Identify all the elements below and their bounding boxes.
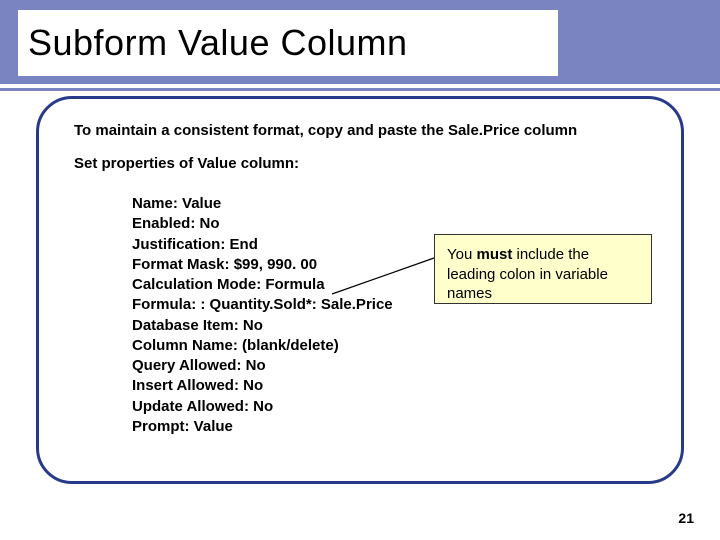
callout-text-bold: must — [476, 246, 512, 263]
property-value: (blank/delete) — [242, 337, 339, 354]
property-value: No — [243, 377, 263, 394]
property-value: Formula — [265, 276, 324, 293]
callout-text-pre: You — [447, 246, 476, 263]
property-row: Prompt: Value — [132, 417, 674, 437]
property-label: Enabled — [132, 215, 190, 232]
property-row: Column Name: (blank/delete) — [132, 336, 674, 356]
property-row: Enabled: No — [132, 214, 674, 234]
property-value: No — [253, 398, 273, 415]
property-row: Insert Allowed: No — [132, 376, 674, 396]
property-value: No — [246, 357, 266, 374]
page-number: 21 — [678, 510, 694, 526]
property-row: Update Allowed: No — [132, 397, 674, 417]
property-label: Query Allowed — [132, 357, 236, 374]
header-underline — [0, 88, 720, 91]
property-label: Formula — [132, 296, 191, 313]
property-row: Name: Value — [132, 194, 674, 214]
property-row: Database Item: No — [132, 316, 674, 336]
property-value: No — [243, 317, 263, 334]
title-container: Subform Value Column — [18, 10, 558, 76]
property-value: No — [200, 215, 220, 232]
property-row: Query Allowed: No — [132, 356, 674, 376]
property-value: : Quantity.Sold*: Sale.Price — [200, 296, 392, 313]
property-list: Name: Value Enabled: No Justification: E… — [132, 194, 674, 437]
property-label: Name — [132, 195, 173, 212]
page-title: Subform Value Column — [28, 22, 408, 64]
property-label: Calculation Mode — [132, 276, 256, 293]
property-label: Format Mask — [132, 256, 225, 273]
slide: Subform Value Column To maintain a consi… — [0, 0, 720, 540]
subintro-text: Set properties of Value column: — [74, 155, 674, 172]
property-label: Column Name — [132, 337, 233, 354]
intro-text: To maintain a consistent format, copy an… — [74, 122, 674, 139]
property-label: Database Item — [132, 317, 234, 334]
property-value: Value — [182, 195, 221, 212]
property-label: Justification — [132, 236, 220, 253]
property-label: Update Allowed — [132, 398, 244, 415]
property-value: Value — [194, 418, 233, 435]
property-value: End — [230, 236, 258, 253]
property-value: $99, 990. 00 — [234, 256, 317, 273]
property-label: Prompt — [132, 418, 185, 435]
callout-box: You must include the leading colon in va… — [434, 234, 652, 304]
property-label: Insert Allowed — [132, 377, 234, 394]
